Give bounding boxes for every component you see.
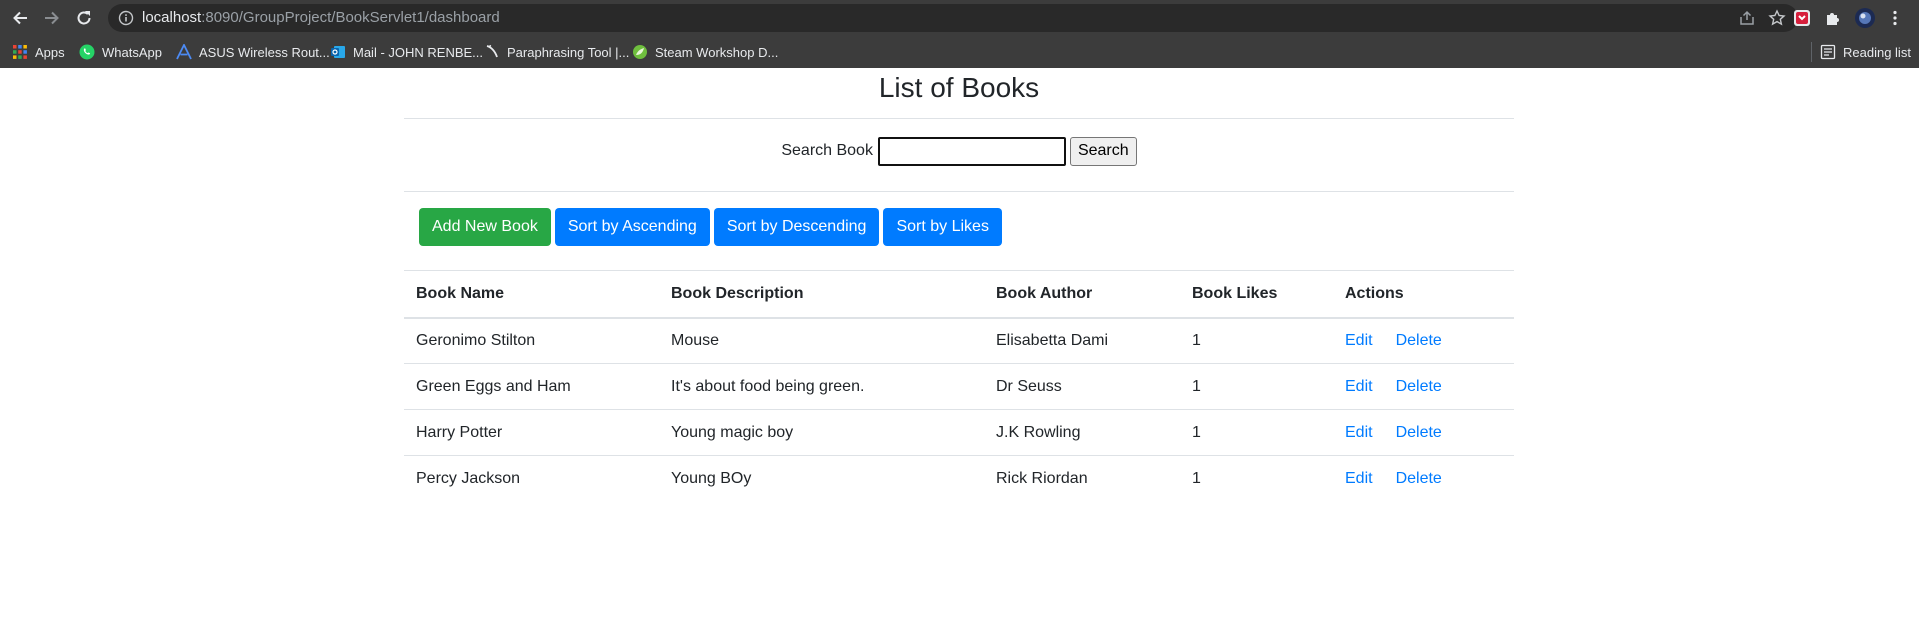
book-likes: 1: [1180, 317, 1333, 364]
edit-link[interactable]: Edit: [1345, 424, 1373, 442]
menu-button[interactable]: [1885, 8, 1905, 28]
bookmark-label: WhatsApp: [102, 44, 162, 60]
info-icon[interactable]: [118, 10, 134, 26]
column-header-likes: Book Likes: [1180, 270, 1333, 319]
delete-link[interactable]: Delete: [1396, 378, 1442, 396]
column-header-author: Book Author: [984, 270, 1180, 319]
row-actions: Edit Delete: [1333, 409, 1514, 456]
sort-likes-button[interactable]: Sort by Likes: [883, 208, 1002, 246]
column-header-description: Book Description: [659, 270, 984, 319]
book-name: Percy Jackson: [404, 455, 659, 502]
book-author: Rick Riordan: [984, 455, 1180, 502]
reading-list-label: Reading list: [1843, 44, 1911, 60]
book-name: Green Eggs and Ham: [404, 363, 659, 410]
bookmark-whatsapp[interactable]: WhatsApp: [79, 42, 162, 62]
reload-button[interactable]: [72, 6, 96, 30]
page-content: List of Books Search Book Search Add New…: [0, 68, 1919, 624]
book-description: Mouse: [659, 317, 984, 364]
bookmark-label: Apps: [35, 44, 65, 60]
book-description: Young BOy: [659, 455, 984, 502]
search-input[interactable]: [877, 136, 1066, 166]
delete-link[interactable]: Delete: [1396, 424, 1442, 442]
bookmarks-bar: Apps WhatsApp ASUS Wireless Rout... Mail…: [0, 36, 1919, 68]
books-table: Book Name Book Description Book Author B…: [404, 270, 1514, 502]
address-bar[interactable]: localhost:8090/GroupProject/BookServlet1…: [108, 4, 1798, 32]
search-form: Search Book Search: [404, 136, 1514, 166]
edit-link[interactable]: Edit: [1345, 378, 1373, 396]
forward-arrow-icon: [45, 11, 59, 25]
table-header-row: Book Name Book Description Book Author B…: [404, 270, 1514, 319]
book-author: J.K Rowling: [984, 409, 1180, 456]
profile-avatar[interactable]: [1855, 8, 1875, 28]
book-author: Dr Seuss: [984, 363, 1180, 410]
url-path: :8090/GroupProject/BookServlet1/dashboar…: [201, 9, 500, 26]
avatar-icon: [1855, 8, 1875, 28]
reload-icon: [77, 11, 91, 25]
table-row: Harry Potter Young magic boy J.K Rowling…: [404, 409, 1514, 456]
book-name: Geronimo Stilton: [404, 317, 659, 364]
action-buttons: Add New Book Sort by Ascending Sort by D…: [419, 208, 1002, 246]
table-row: Green Eggs and Ham It's about food being…: [404, 363, 1514, 410]
book-description: It's about food being green.: [659, 363, 984, 410]
puzzle-icon: [1827, 13, 1839, 25]
row-actions: Edit Delete: [1333, 317, 1514, 364]
forward-button[interactable]: [40, 6, 64, 30]
reading-list-button[interactable]: Reading list: [1820, 42, 1911, 62]
table-row: Percy Jackson Young BOy Rick Riordan 1 E…: [404, 455, 1514, 502]
book-author: Elisabetta Dami: [984, 317, 1180, 364]
divider-search: [404, 191, 1514, 192]
divider-top: [404, 118, 1514, 119]
book-likes: 1: [1180, 409, 1333, 456]
bookmark-mail[interactable]: Mail - JOHN RENBE...: [330, 42, 483, 62]
steam-leaf-icon: [632, 44, 648, 60]
whatsapp-icon: [79, 44, 95, 60]
book-likes: 1: [1180, 363, 1333, 410]
asus-icon: [176, 44, 192, 60]
row-actions: Edit Delete: [1333, 363, 1514, 410]
delete-link[interactable]: Delete: [1396, 470, 1442, 488]
back-arrow-icon: [13, 11, 27, 25]
page-title: List of Books: [878, 72, 1040, 103]
book-name: Harry Potter: [404, 409, 659, 456]
edit-link[interactable]: Edit: [1345, 332, 1373, 350]
reading-list-icon: [1820, 44, 1836, 60]
bookmark-separator: [1811, 42, 1812, 62]
row-actions: Edit Delete: [1333, 455, 1514, 502]
edit-link[interactable]: Edit: [1345, 470, 1373, 488]
search-label: Search Book: [781, 142, 873, 159]
extension-pocket[interactable]: [1792, 8, 1812, 28]
bookmark-label: ASUS Wireless Rout...: [199, 44, 330, 60]
url-host: localhost: [142, 9, 202, 26]
sort-descending-button[interactable]: Sort by Descending: [713, 208, 880, 246]
bookmark-steam[interactable]: Steam Workshop D...: [632, 42, 778, 62]
column-header-name: Book Name: [404, 270, 659, 319]
column-header-actions: Actions: [1333, 270, 1514, 319]
add-new-book-button[interactable]: Add New Book: [419, 208, 551, 246]
delete-link[interactable]: Delete: [1396, 332, 1442, 350]
bookmark-paraphrasing[interactable]: Paraphrasing Tool |...: [484, 42, 629, 62]
bookmark-apps[interactable]: Apps: [12, 42, 65, 62]
back-button[interactable]: [8, 6, 32, 30]
apps-grid-icon: [12, 44, 28, 60]
bookmark-label: Mail - JOHN RENBE...: [353, 44, 484, 60]
feather-icon: [484, 44, 500, 60]
outlook-mail-icon: [330, 44, 346, 60]
table-row: Geronimo Stilton Mouse Elisabetta Dami 1…: [404, 317, 1514, 364]
url-text[interactable]: localhost:8090/GroupProject/BookServlet1…: [142, 9, 500, 27]
bookmark-label: Paraphrasing Tool |...: [507, 44, 630, 60]
browser-toolbar: localhost:8090/GroupProject/BookServlet1…: [0, 0, 1919, 36]
search-button[interactable]: Search: [1069, 136, 1137, 166]
share-icon[interactable]: [1738, 9, 1756, 27]
sort-ascending-button[interactable]: Sort by Ascending: [554, 208, 710, 246]
book-likes: 1: [1180, 455, 1333, 502]
pocket-icon: [1794, 10, 1810, 26]
book-description: Young magic boy: [659, 409, 984, 456]
bookmark-label: Steam Workshop D...: [655, 44, 779, 60]
bookmark-asus[interactable]: ASUS Wireless Rout...: [176, 42, 330, 62]
bookmark-star-icon[interactable]: [1768, 9, 1786, 27]
extensions-button[interactable]: [1823, 8, 1843, 28]
kebab-menu-icon: [1893, 10, 1897, 26]
